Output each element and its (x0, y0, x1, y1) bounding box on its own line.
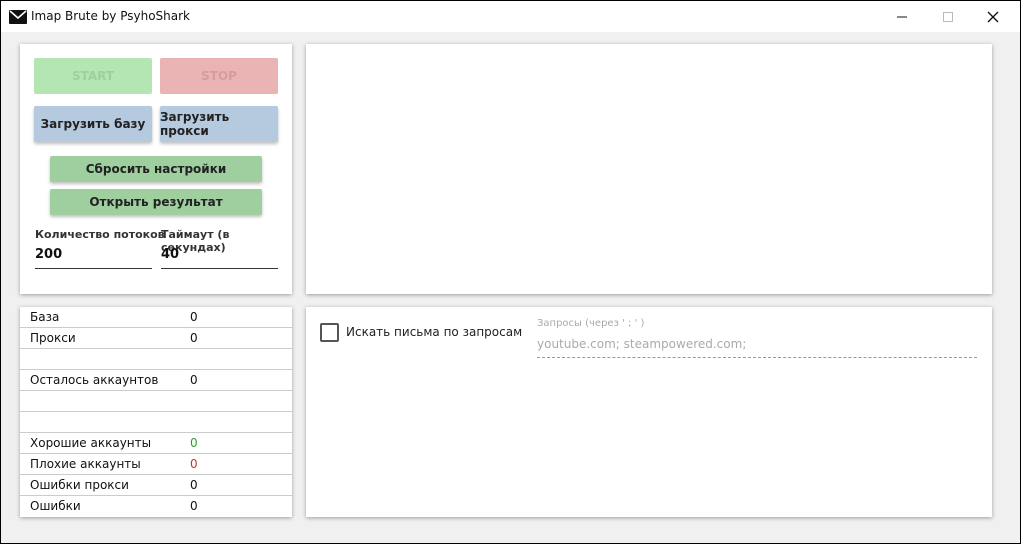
minimize-button[interactable] (879, 1, 925, 32)
log-output-panel[interactable] (306, 44, 992, 294)
stat-row-empty (20, 391, 292, 412)
stat-label: Прокси (30, 331, 76, 345)
search-panel: Искать письма по запросам Запросы (через… (306, 307, 992, 517)
stat-value: 0 (190, 310, 198, 324)
title-bar: Imap Brute by PsyhoShark (1, 1, 1020, 32)
search-mail-label[interactable]: Искать письма по запросам (346, 325, 522, 339)
stat-value: 0 (190, 478, 198, 492)
stat-row-good: Хорошие аккаунты 0 (20, 433, 292, 454)
stat-label: Ошибки (30, 499, 81, 513)
stat-value-bad: 0 (190, 457, 198, 471)
stat-label: Осталось аккаунтов (30, 373, 159, 387)
stat-label: Плохие аккаунты (30, 457, 141, 471)
app-window: Imap Brute by PsyhoShark START STOP Загр… (1, 1, 1020, 543)
stat-label: База (30, 310, 60, 324)
start-button[interactable]: START (34, 58, 152, 94)
queries-input[interactable]: youtube.com; steampowered.com; (537, 337, 977, 358)
maximize-button[interactable] (925, 1, 971, 32)
minimize-icon (897, 16, 907, 17)
queries-label: Запросы (через ' ; ' ) (537, 318, 645, 329)
stat-row-empty (20, 349, 292, 370)
stat-row-proxy: Прокси 0 (20, 328, 292, 349)
controls-panel: START STOP Загрузить базу Загрузить прок… (20, 44, 292, 294)
load-proxy-button[interactable]: Загрузить прокси (160, 106, 278, 142)
stat-row-base: База 0 (20, 307, 292, 328)
stat-value: 0 (190, 373, 198, 387)
window-title: Imap Brute by PsyhoShark (31, 9, 191, 23)
stat-value: 0 (190, 331, 198, 345)
maximize-icon (943, 11, 953, 22)
stats-panel: База 0 Прокси 0 Осталось аккаунтов 0 Хор… (20, 307, 292, 517)
close-button[interactable] (970, 1, 1016, 32)
open-result-button[interactable]: Открыть результат (50, 189, 262, 215)
threads-input[interactable]: 200 (35, 247, 152, 269)
threads-label: Количество потоков (35, 228, 165, 241)
load-base-button[interactable]: Загрузить базу (34, 106, 152, 142)
envelope-icon (9, 10, 27, 24)
stat-row-remaining: Осталось аккаунтов 0 (20, 370, 292, 391)
stop-button[interactable]: STOP (160, 58, 278, 94)
stat-row-errors: Ошибки 0 (20, 496, 292, 516)
stat-value: 0 (190, 499, 198, 513)
stat-label: Хорошие аккаунты (30, 436, 152, 450)
close-icon (987, 11, 999, 22)
stat-row-empty (20, 412, 292, 433)
stat-label: Ошибки прокси (30, 478, 129, 492)
stat-row-bad: Плохие аккаунты 0 (20, 454, 292, 475)
stat-value-good: 0 (190, 436, 198, 450)
search-mail-checkbox[interactable] (320, 323, 339, 342)
stat-row-proxy-errors: Ошибки прокси 0 (20, 475, 292, 496)
timeout-input[interactable]: 40 (161, 247, 278, 269)
reset-settings-button[interactable]: Сбросить настройки (50, 156, 262, 182)
